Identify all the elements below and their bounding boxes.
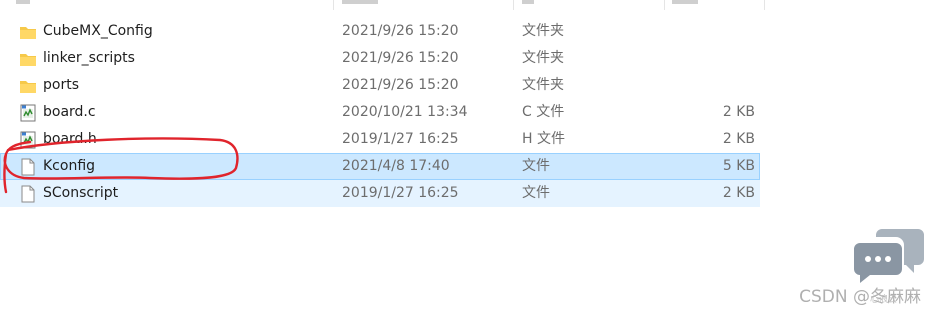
folder-icon	[19, 77, 37, 95]
file-row[interactable]: board.h 2019/1/27 16:25 H 文件 2 KB	[0, 126, 760, 153]
file-row[interactable]: board.c 2020/10/21 13:34 C 文件 2 KB	[0, 99, 760, 126]
blank-file-icon	[19, 158, 37, 176]
blank-file-icon	[19, 185, 37, 203]
column-separator	[664, 0, 665, 10]
c-source-file-icon	[19, 104, 37, 122]
chat-bubble-icon	[854, 229, 924, 283]
file-size: 2 KB	[722, 185, 755, 201]
file-size: 2 KB	[722, 104, 755, 120]
file-date: 2021/9/26 15:20	[342, 23, 459, 39]
file-name: linker_scripts	[43, 50, 135, 66]
file-type: 文件	[522, 185, 550, 201]
header-label-remnant	[672, 0, 698, 4]
file-type: 文件夹	[522, 23, 564, 39]
file-type: 文件	[522, 158, 550, 174]
folder-icon	[19, 23, 37, 41]
file-name: ports	[43, 77, 79, 93]
file-row[interactable]: ports 2021/9/26 15:20 文件夹	[0, 72, 760, 99]
file-date: 2021/9/26 15:20	[342, 50, 459, 66]
file-name: board.c	[43, 104, 96, 120]
file-row-hover[interactable]: SConscript 2019/1/27 16:25 文件 2 KB	[0, 180, 760, 207]
file-size: 2 KB	[722, 131, 755, 147]
file-name: CubeMX_Config	[43, 23, 153, 39]
c-source-file-icon	[19, 131, 37, 149]
file-row[interactable]: linker_scripts 2021/9/26 15:20 文件夹	[0, 45, 760, 72]
file-date: 2019/1/27 16:25	[342, 185, 459, 201]
watermark-text: CSDN @冬麻麻	[799, 287, 921, 307]
file-row-selected[interactable]: Kconfig 2021/4/8 17:40 文件 5 KB	[0, 153, 760, 180]
column-separator	[333, 0, 334, 10]
file-date: 2021/9/26 15:20	[342, 77, 459, 93]
column-separator	[513, 0, 514, 10]
file-type: H 文件	[522, 131, 565, 147]
header-label-remnant	[16, 0, 30, 4]
column-separator	[764, 0, 765, 10]
file-name: board.h	[43, 131, 97, 147]
file-type: 文件夹	[522, 50, 564, 66]
file-date: 2019/1/27 16:25	[342, 131, 459, 147]
header-label-remnant	[522, 0, 534, 4]
file-name: SConscript	[43, 185, 119, 201]
file-date: 2021/4/8 17:40	[342, 158, 450, 174]
file-name: Kconfig	[43, 158, 96, 174]
folder-icon	[19, 50, 37, 68]
file-row[interactable]: CubeMX_Config 2021/9/26 15:20 文件夹	[0, 18, 760, 45]
watermark-subtext: 心浪云	[870, 295, 898, 305]
file-type: C 文件	[522, 104, 565, 120]
file-date: 2020/10/21 13:34	[342, 104, 468, 120]
file-type: 文件夹	[522, 77, 564, 93]
file-size: 5 KB	[722, 158, 755, 174]
file-list: CubeMX_Config 2021/9/26 15:20 文件夹 linker…	[0, 18, 765, 207]
header-label-remnant	[342, 0, 378, 4]
